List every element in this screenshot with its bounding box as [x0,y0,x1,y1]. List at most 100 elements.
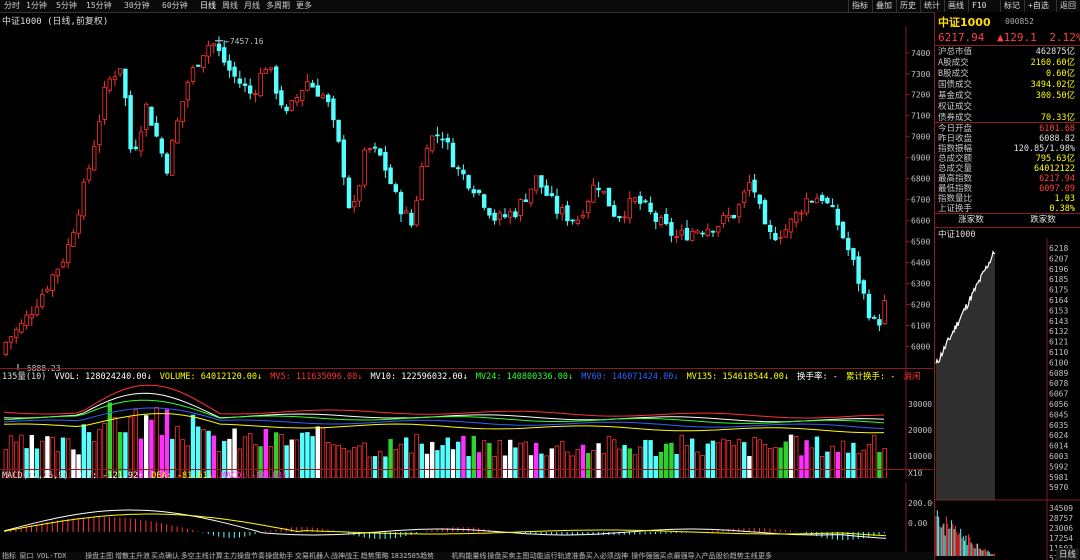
mini-volume-tick: 34509 [1049,504,1073,513]
candle-down [487,208,492,216]
candle-up [591,184,596,203]
volume-bar [679,434,684,478]
indicator-tab[interactable]: 操盘买卖主图 [487,552,529,560]
indicator-tab[interactable]: 主力操盘节奏 [223,552,265,560]
intraday-mini-chart[interactable]: 62186207 61966185 617561646153 61436132 6121… [935,238,1080,560]
overlay-button[interactable]: 叠加 [872,0,895,12]
candle-up [138,131,144,152]
volume-bar [612,439,617,478]
indicator-tab[interactable]: 1832505趋势 [391,552,435,560]
mini-price-tick: 6024 [1049,431,1068,440]
volume-bar [794,435,799,478]
indicator-tab[interactable]: VOL-TDX [37,552,67,560]
indicator-tab[interactable]: 买点确认 [151,552,179,560]
candle-up [799,212,804,215]
mark-button[interactable]: 标记 [1000,0,1023,12]
candle-down [195,64,201,67]
volume-bar [518,442,523,478]
candle-up [695,230,700,234]
macd-tick-label: 200.00 [908,499,933,508]
volume-bar [799,455,804,478]
volume-bar [866,444,872,478]
volume-indicator-name: 135量(10) [2,372,47,382]
candle-down [820,195,825,201]
back-button[interactable]: 返回 [1056,0,1079,12]
macd-chart[interactable]: 200.00 0.00 [0,482,933,552]
stats-button[interactable]: 统计 [920,0,943,12]
stat-label: B股成交 [938,69,969,79]
volume-stat: VVOL: 128024240.00↓ [54,372,152,382]
add-watch-button[interactable]: +自选 [1024,0,1052,12]
indicator-tab[interactable]: 操盘主图 [85,552,113,560]
macd-header: MACD(12,26,9) DIF: -121.92↑ DEA: -81.61↓… [2,471,287,481]
indicator-tab[interactable]: 战神 [614,552,628,560]
indicator-tab[interactable]: 指标 [2,552,16,560]
volume-stat: MV24: 140800336.00↓ [470,372,574,382]
volume-bar [570,455,575,478]
candle-up [575,219,580,224]
indicator-tab[interactable]: 机构能量线 [451,552,486,560]
period-tab-intraday[interactable]: 分时 [4,1,20,11]
indicator-tab[interactable]: 窗口 [19,552,33,560]
candle-down [232,66,237,77]
volume-bar [429,441,435,478]
stat-value: 462875亿 [1035,47,1075,57]
history-button[interactable]: 历史 [896,0,919,12]
period-tab-1min[interactable]: 1分钟 [26,1,47,11]
indicator-button[interactable]: 指标 [848,0,871,12]
candle-up [258,73,263,97]
indicator-tab[interactable]: 增散主升浪 [115,552,150,560]
candle-down [809,200,814,203]
period-tab-weekly[interactable]: 周线 [222,1,238,11]
indicator-tab[interactable]: 最强导入产品 [674,552,716,560]
price-tick-label: 7300 [911,70,930,79]
high-annotation: ←7457.16 [225,37,264,46]
candle-up [211,43,216,47]
period-tab-daily[interactable]: 日线 [200,1,216,11]
candle-up [86,167,92,181]
volume-tick-label: 30000 [908,400,932,409]
volume-bar [825,451,830,478]
period-tab-more[interactable]: 更多 [296,1,312,11]
volume-bar [419,443,424,478]
volume-bar [461,435,466,478]
candle-up [497,212,502,220]
period-tab-multi[interactable]: 多周期 [266,1,290,11]
draw-button[interactable]: 画线 [944,0,967,12]
candle-down [570,219,575,222]
candle-down [731,214,736,219]
period-tab-60min[interactable]: 60分钟 [162,1,188,11]
indicator-tab[interactable]: 操作强强买点 [631,552,673,560]
corner-period-label: 日线 [1055,548,1079,560]
indicator-tab[interactable]: 操盘助手 [265,552,293,560]
indicator-tab[interactable]: 股价趋势主线 [716,552,758,560]
indicator-tab[interactable]: 动能运行轨迹 [530,552,572,560]
candlestick-chart[interactable]: 7400 7300 7200 7100 7000 6900 6800 6700 6600 6500… [0,26,933,382]
tab-decliners[interactable]: 跌家数 [1007,214,1079,227]
candle-up [580,214,586,218]
volume-bar [315,426,320,478]
mini-volume-tick: 28757 [1049,514,1073,523]
tab-advancers[interactable]: 涨家数 [935,214,1007,227]
indicator-tab[interactable]: 战神战王 [331,552,359,560]
candle-down [221,47,227,63]
indicator-tab[interactable]: 交易机器人 [295,552,330,560]
indicator-tab[interactable]: 趋势策略 [361,552,389,560]
candle-up [367,148,372,150]
candle-down [393,184,398,192]
volume-bar [539,453,544,478]
indicator-tab[interactable]: 更多 [758,552,772,560]
indicator-tab[interactable]: 多空主线计算 [181,552,223,560]
volume-bar [357,445,362,478]
volume-bar [820,456,825,478]
volume-bar [398,443,404,478]
period-tab-30min[interactable]: 30分钟 [124,1,150,11]
volume-chart[interactable]: 30000 20000 10000 X10 [0,382,933,478]
f10-button[interactable]: F10 [968,0,989,12]
period-tab-15min[interactable]: 15分钟 [86,1,112,11]
period-tab-monthly[interactable]: 月线 [244,1,260,11]
indicator-tab[interactable]: 准备买入必须 [572,552,614,560]
candle-down [388,167,393,185]
mini-price-tick: 6164 [1049,296,1068,305]
period-tab-5min[interactable]: 5分钟 [56,1,77,11]
